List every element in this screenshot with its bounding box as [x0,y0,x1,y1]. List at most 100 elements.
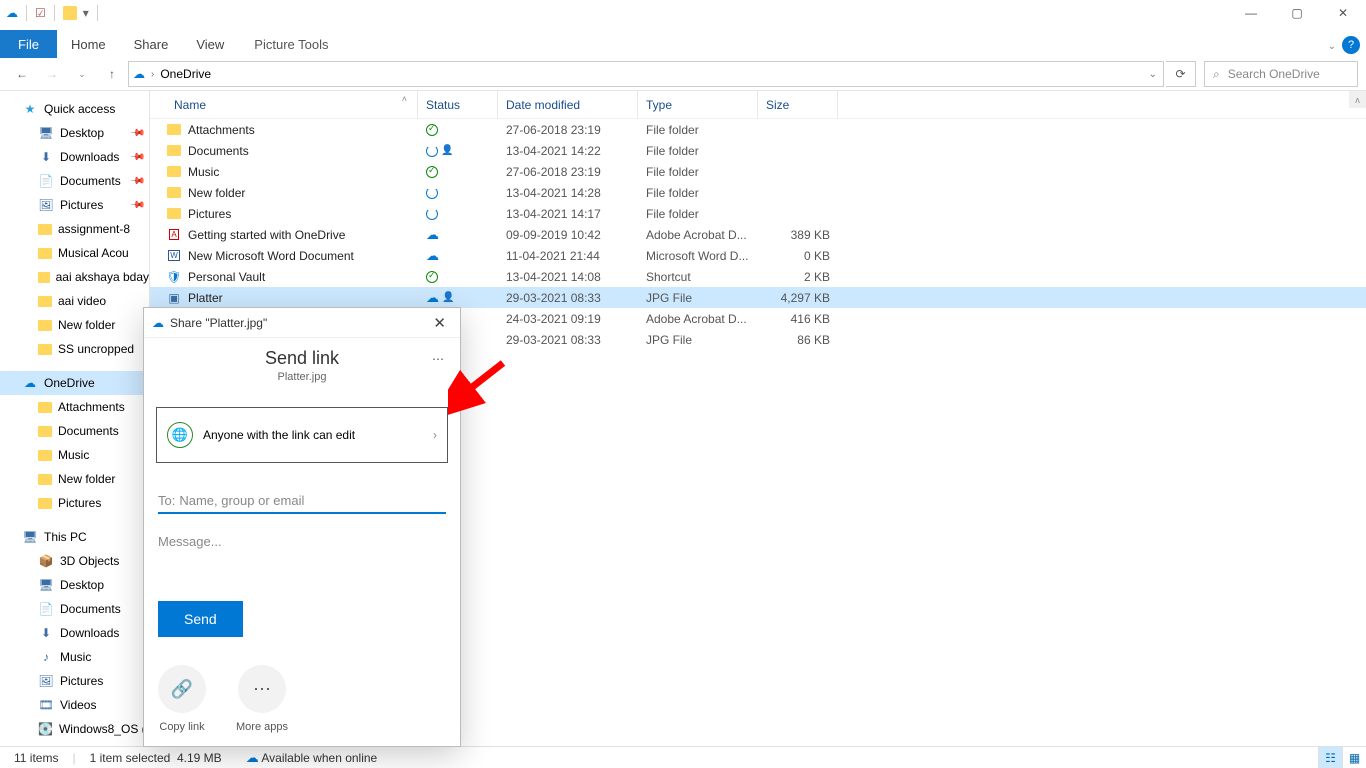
sidebar-item[interactable]: New folder [0,313,149,337]
recent-locations-button[interactable]: ⌄ [68,60,96,88]
close-button[interactable]: ✕ [1320,0,1366,26]
sidebar-item[interactable]: Attachments [0,395,149,419]
folder-icon [38,296,52,307]
file-row[interactable]: New folder13-04-2021 14:28File folder [150,182,1366,203]
sidebar-item-label: 3D Objects [60,554,119,568]
file-type: File folder [638,165,758,179]
sidebar-item[interactable]: 📄Documents [0,597,149,621]
sidebar-item[interactable]: 🖼Pictures📌 [0,193,149,217]
qat-overflow-icon[interactable]: ▾ [83,6,89,20]
status-selected: 1 item selected 4.19 MB [90,751,222,765]
column-header-date[interactable]: Date modified [498,91,638,118]
view-details-button[interactable]: ☷ [1318,747,1342,768]
sidebar-item[interactable]: assignment-8 [0,217,149,241]
forward-button[interactable]: → [38,60,66,88]
sidebar-item[interactable]: aai video [0,289,149,313]
sidebar-item-label: Downloads [60,626,119,640]
desktop-icon: 🖥 [38,577,54,593]
help-button[interactable]: ? [1342,36,1360,54]
file-row[interactable]: ▣Platter☁👤29-03-2021 08:33JPG File4,297 … [150,287,1366,308]
link-settings-button[interactable]: 🌐 Anyone with the link can edit › [156,407,448,463]
address-bar[interactable]: ☁ › OneDrive ⌄ [128,61,1164,87]
sidebar-item[interactable]: Documents [0,419,149,443]
sidebar-item[interactable]: aai akshaya bday [0,265,149,289]
folder-icon [38,272,50,283]
file-row[interactable]: 🛡Personal Vault13-04-2021 14:08Shortcut2… [150,266,1366,287]
file-date: 13-04-2021 14:28 [498,186,638,200]
search-placeholder: Search OneDrive [1228,67,1320,81]
tab-share[interactable]: Share [120,30,183,58]
ribbon-collapse-icon[interactable]: ⌄ [1328,41,1336,52]
recipient-input[interactable]: To: Name, group or email [158,493,446,514]
column-header-status[interactable]: Status [418,91,498,118]
column-header-size[interactable]: Size [758,91,838,118]
sidebar-item[interactable]: 🖥Desktop📌 [0,121,149,145]
file-row[interactable]: AGetting started with OneDrive☁09-09-201… [150,224,1366,245]
onedrive-icon: ☁ [152,316,164,330]
sidebar-item-label: Attachments [58,400,125,414]
sidebar-item[interactable]: Musical Acou [0,241,149,265]
folder-icon[interactable] [63,6,77,20]
folder-icon [167,208,181,219]
column-header-type[interactable]: Type [638,91,758,118]
search-input[interactable]: ⌕ Search OneDrive [1204,61,1358,87]
sidebar-item[interactable]: 💽Windows8_OS (C [0,717,149,741]
videos-icon: 🎞 [38,697,54,713]
shared-icon: 👤 [442,292,454,303]
column-header-name[interactable]: Name˄ [166,91,418,118]
sidebar-quick-access[interactable]: ★ Quick access [0,97,149,121]
sidebar-item[interactable]: New folder [0,467,149,491]
dialog-more-button[interactable]: ⋯ [432,352,446,366]
tab-view[interactable]: View [182,30,238,58]
refresh-button[interactable]: ⟳ [1166,61,1196,87]
sidebar-item[interactable]: 🖥Desktop [0,573,149,597]
documents-icon: 📄 [38,601,54,617]
tab-picture-tools[interactable]: Picture Tools [248,30,334,58]
tab-file[interactable]: File [0,30,57,58]
dialog-close-button[interactable]: ✕ [427,312,452,334]
breadcrumb-location[interactable]: OneDrive [160,67,211,81]
chevron-right-icon[interactable]: › [151,69,154,80]
sidebar-item[interactable]: Music [0,443,149,467]
up-button[interactable]: ↑ [98,60,126,88]
sidebar-item[interactable]: 🖼Pictures [0,669,149,693]
sidebar-this-pc[interactable]: 🖥 This PC [0,525,149,549]
sidebar-item[interactable]: 🎞Videos [0,693,149,717]
file-row[interactable]: Music27-06-2018 23:19File folder [150,161,1366,182]
sidebar-item[interactable]: 📄Documents📌 [0,169,149,193]
file-row[interactable]: Attachments27-06-2018 23:19File folder [150,119,1366,140]
sidebar-onedrive[interactable]: ☁ OneDrive [0,371,149,395]
pin-icon: 📌 [128,149,145,166]
folder-icon [167,187,181,198]
qat-check-icon[interactable]: ☑ [35,6,46,20]
file-type: File folder [638,186,758,200]
maximize-button[interactable]: ▢ [1274,0,1320,26]
file-row[interactable]: Pictures13-04-2021 14:17File folder [150,203,1366,224]
downloads-icon: ⬇ [38,149,54,165]
view-large-icons-button[interactable]: ▦ [1342,747,1366,768]
back-button[interactable]: ← [8,60,36,88]
dialog-heading: Send link [144,348,460,369]
sidebar-item[interactable]: Pictures [0,491,149,515]
sidebar-item[interactable]: SS uncropped [0,337,149,361]
sidebar-item[interactable]: ⬇ Downloads 📌 [0,145,149,169]
file-row[interactable]: WNew Microsoft Word Document☁11-04-2021 … [150,245,1366,266]
status-bar: 11 items | 1 item selected 4.19 MB ☁ Ava… [0,746,1366,768]
sidebar-item[interactable]: ♪Music [0,645,149,669]
more-apps-button[interactable]: ⋯ [238,665,286,713]
downloads-icon: ⬇ [38,625,54,641]
tab-home[interactable]: Home [57,30,120,58]
shared-icon: 👤 [441,145,453,156]
scroll-up-button[interactable]: ʌ [1349,91,1366,108]
copy-link-button[interactable]: 🔗 [158,665,206,713]
minimize-button[interactable]: — [1228,0,1274,26]
sidebar-item-label: Downloads [60,150,119,164]
send-button[interactable]: Send [158,601,243,637]
sidebar-item[interactable]: ⬇ Downloads [0,621,149,645]
file-size: 86 KB [758,333,838,347]
chevron-down-icon[interactable]: ⌄ [1149,69,1157,80]
sidebar-item[interactable]: 📦3D Objects [0,549,149,573]
message-input[interactable]: Message... [158,534,446,549]
file-name: Personal Vault [188,270,265,284]
file-row[interactable]: Documents👤13-04-2021 14:22File folder [150,140,1366,161]
